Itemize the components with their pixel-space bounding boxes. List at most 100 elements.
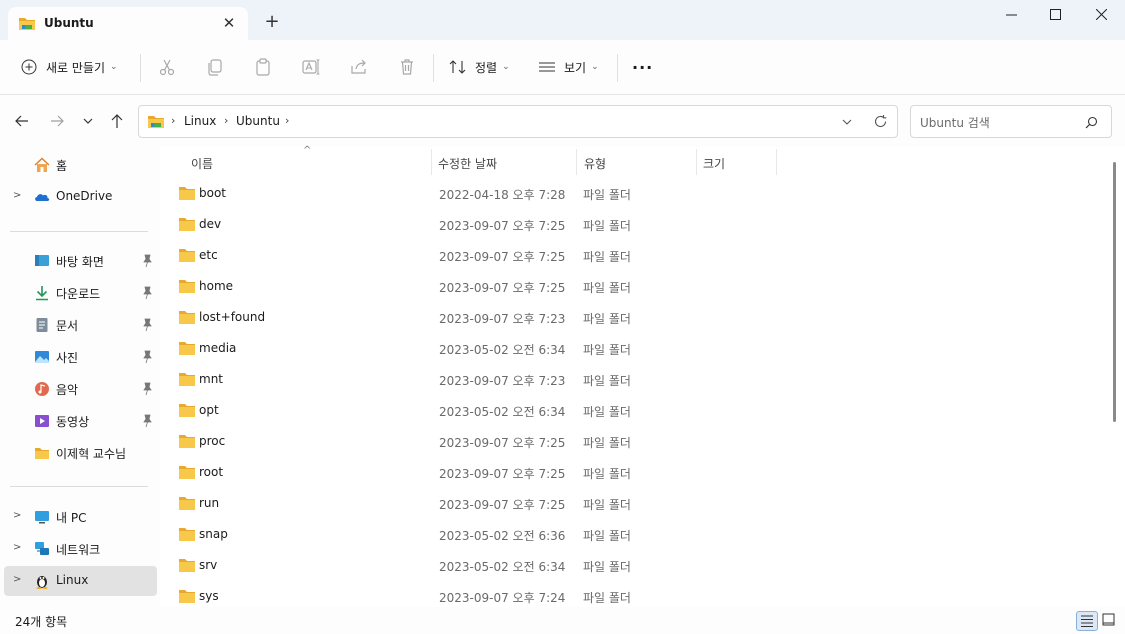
column-divider[interactable] [776, 149, 777, 175]
rename-icon[interactable] [301, 57, 321, 77]
file-name[interactable]: run [199, 496, 219, 510]
table-row[interactable]: mnt 2023-09-07 오후 7:23 파일 폴더 [160, 364, 1100, 395]
breadcrumb-separator-icon[interactable]: › [224, 114, 228, 127]
column-divider[interactable] [576, 149, 577, 175]
sidebar-item-this-pc[interactable]: > 내 PC [4, 502, 157, 532]
search-input[interactable]: Ubuntu 검색 [910, 105, 1112, 138]
breadcrumb-ubuntu[interactable]: Ubuntu [236, 114, 280, 128]
close-window-button[interactable] [1081, 4, 1121, 28]
recent-locations-chevron-icon[interactable] [78, 111, 98, 131]
more-options-button[interactable]: ··· [632, 55, 653, 79]
up-arrow-icon[interactable] [107, 111, 127, 131]
share-icon[interactable] [349, 57, 369, 77]
table-row[interactable]: snap 2023-05-02 오전 6:36 파일 폴더 [160, 519, 1100, 550]
file-name[interactable]: lost+found [199, 310, 265, 324]
expand-chevron-icon[interactable]: > [13, 190, 21, 201]
table-row[interactable]: home 2023-09-07 오후 7:25 파일 폴더 [160, 271, 1100, 302]
vertical-scrollbar[interactable] [1113, 162, 1116, 422]
sidebar-item-linux[interactable]: > Linux [4, 566, 157, 596]
sidebar-item-pictures[interactable]: 사진 [4, 342, 157, 372]
folder-icon [179, 187, 195, 200]
file-name[interactable]: dev [199, 217, 221, 231]
sort-button[interactable]: 정렬 ⌄ [449, 55, 510, 79]
divider [617, 54, 618, 82]
window-tab[interactable]: Ubuntu ✕ [8, 7, 248, 40]
back-arrow-icon[interactable] [12, 111, 32, 131]
sidebar-item-downloads[interactable]: 다운로드 [4, 278, 157, 308]
table-row[interactable]: lost+found 2023-09-07 오후 7:23 파일 폴더 [160, 302, 1100, 333]
sidebar-item-onedrive[interactable]: > OneDrive [4, 182, 157, 212]
folder-icon [179, 528, 195, 541]
column-divider[interactable] [696, 149, 697, 175]
address-dropdown-chevron-icon[interactable] [840, 115, 854, 129]
chevron-down-icon: ⌄ [502, 62, 510, 72]
sidebar-label-pictures: 사진 [56, 351, 79, 365]
file-name[interactable]: proc [199, 434, 225, 448]
new-tab-button[interactable]: + [262, 12, 282, 32]
table-row[interactable]: boot 2022-04-18 오후 7:28 파일 폴더 [160, 178, 1100, 209]
column-header-date[interactable]: 수정한 날짜 [438, 155, 497, 172]
file-name[interactable]: srv [199, 558, 217, 572]
pin-icon[interactable] [141, 382, 153, 396]
column-header-name[interactable]: 이름 [191, 155, 213, 172]
file-date: 2023-05-02 오전 6:34 [439, 560, 566, 574]
breadcrumb-separator-icon[interactable]: › [285, 114, 289, 127]
details-view-button[interactable] [1076, 611, 1098, 631]
pin-icon[interactable] [141, 414, 153, 428]
file-list: ^ 이름 수정한 날짜 유형 크기 boot 2022-04-18 오후 7:28… [160, 145, 1125, 607]
pin-icon[interactable] [141, 286, 153, 300]
file-name[interactable]: opt [199, 403, 219, 417]
folder-icon [179, 559, 195, 572]
paste-icon[interactable] [253, 57, 273, 77]
sidebar-item-music[interactable]: 음악 [4, 374, 157, 404]
file-name[interactable]: boot [199, 186, 226, 200]
table-row[interactable]: media 2023-05-02 오전 6:34 파일 폴더 [160, 333, 1100, 364]
file-name[interactable]: root [199, 465, 223, 479]
table-row[interactable]: etc 2023-09-07 오후 7:25 파일 폴더 [160, 240, 1100, 271]
sidebar-item-network[interactable]: > 네트워크 [4, 534, 157, 564]
expand-chevron-icon[interactable]: > [13, 542, 21, 553]
sidebar-item-videos[interactable]: 동영상 [4, 406, 157, 436]
table-row[interactable]: opt 2023-05-02 오전 6:34 파일 폴더 [160, 395, 1100, 426]
file-name[interactable]: snap [199, 527, 228, 541]
file-name[interactable]: media [199, 341, 236, 355]
expand-chevron-icon[interactable]: > [13, 510, 21, 521]
sidebar-item-home[interactable]: 홈 [4, 150, 157, 180]
pin-icon[interactable] [141, 350, 153, 364]
maximize-button[interactable] [1035, 4, 1075, 28]
tab-close-button[interactable]: ✕ [221, 15, 237, 31]
column-header-size[interactable]: 크기 [703, 155, 725, 172]
table-row[interactable]: dev 2023-09-07 오후 7:25 파일 폴더 [160, 209, 1100, 240]
sidebar-divider [10, 486, 148, 487]
breadcrumb-separator-icon[interactable]: › [171, 114, 175, 127]
delete-icon[interactable] [397, 57, 417, 77]
sidebar-item-desktop[interactable]: 바탕 화면 [4, 246, 157, 276]
file-name[interactable]: home [199, 279, 233, 293]
cut-icon[interactable] [157, 57, 177, 77]
file-name[interactable]: mnt [199, 372, 223, 386]
column-divider[interactable] [431, 149, 432, 175]
search-icon[interactable] [1085, 116, 1098, 129]
table-row[interactable]: run 2023-09-07 오후 7:25 파일 폴더 [160, 488, 1100, 519]
view-button[interactable]: 보기 ⌄ [538, 55, 599, 79]
table-row[interactable]: srv 2023-05-02 오전 6:34 파일 폴더 [160, 550, 1100, 581]
address-bar[interactable]: › Linux › Ubuntu › [138, 105, 898, 138]
new-button[interactable]: 새로 만들기 ⌄ [21, 55, 118, 79]
tiles-view-button[interactable] [1099, 611, 1121, 631]
table-row[interactable]: proc 2023-09-07 오후 7:25 파일 폴더 [160, 426, 1100, 457]
minimize-button[interactable] [991, 4, 1031, 28]
table-row[interactable]: root 2023-09-07 오후 7:25 파일 폴더 [160, 457, 1100, 488]
pin-icon[interactable] [141, 254, 153, 268]
file-name[interactable]: sys [199, 589, 219, 603]
file-name[interactable]: etc [199, 248, 218, 262]
folder-icon [179, 590, 195, 603]
refresh-icon[interactable] [873, 114, 888, 129]
sidebar-item-documents[interactable]: 문서 [4, 310, 157, 340]
forward-arrow-icon[interactable] [47, 111, 67, 131]
column-header-type[interactable]: 유형 [584, 155, 606, 172]
copy-icon[interactable] [205, 57, 225, 77]
breadcrumb-linux[interactable]: Linux [184, 114, 216, 128]
pin-icon[interactable] [141, 318, 153, 332]
expand-chevron-icon[interactable]: > [13, 574, 21, 585]
sidebar-item-professor-folder[interactable]: 이제혁 교수님 [4, 438, 157, 468]
